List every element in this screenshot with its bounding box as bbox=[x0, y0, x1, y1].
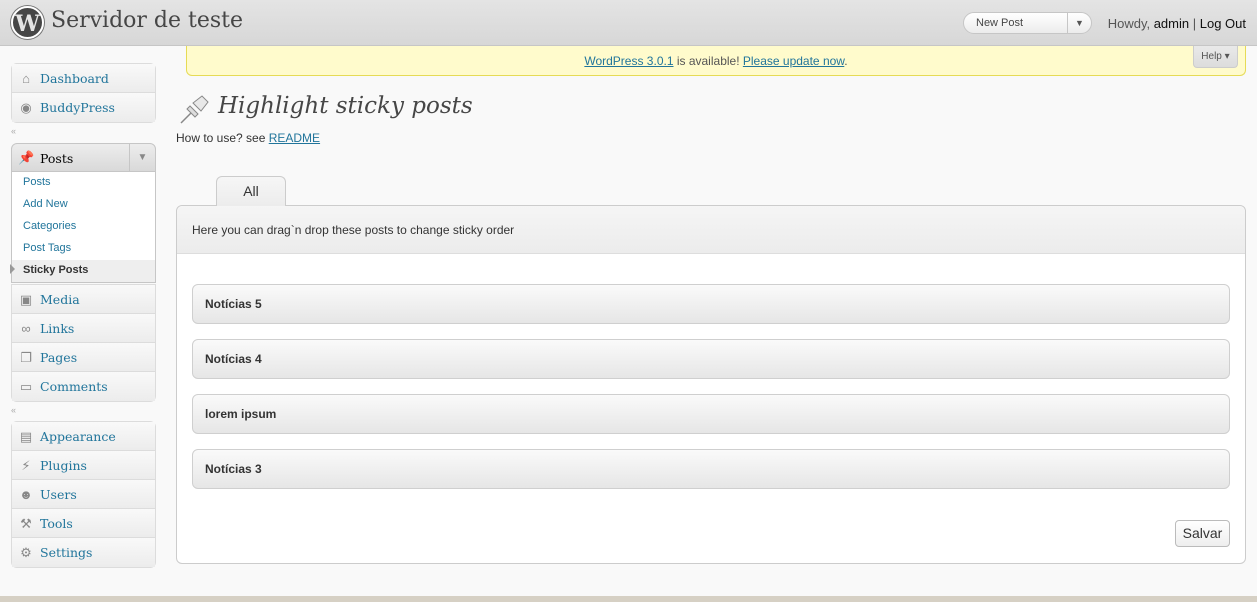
chevron-down-icon[interactable]: ▼ bbox=[1067, 13, 1091, 33]
menu-item-media[interactable]: ▣ Media bbox=[12, 285, 155, 314]
menu-item-settings[interactable]: ⚙ Settings bbox=[12, 538, 155, 567]
menu-separator[interactable]: « bbox=[11, 405, 156, 415]
menu-label: Dashboard bbox=[40, 71, 109, 86]
menu-label: Media bbox=[40, 292, 80, 307]
chevron-down-icon: ▾ bbox=[1224, 51, 1230, 62]
save-button[interactable]: Salvar bbox=[1175, 520, 1230, 547]
submenu-toggle-icon[interactable]: ▼ bbox=[129, 144, 155, 171]
menu-item-tools[interactable]: ⚒ Tools bbox=[12, 509, 155, 538]
site-title[interactable]: Servidor de teste bbox=[51, 8, 243, 33]
settings-icon: ⚙ bbox=[20, 545, 32, 560]
footer-strip bbox=[0, 596, 1257, 602]
comments-icon: ▭ bbox=[19, 379, 33, 394]
notice-text: is available! bbox=[673, 54, 743, 68]
menu-item-links[interactable]: ∞ Links bbox=[12, 314, 155, 343]
menu-item-appearance[interactable]: ▤ Appearance bbox=[12, 422, 155, 451]
post-title: Notícias 5 bbox=[205, 297, 262, 311]
current-item-arrow-icon bbox=[10, 264, 15, 274]
admin-header: W Servidor de teste New Post ▼ Howdy, ad… bbox=[0, 0, 1257, 46]
tab-all[interactable]: All bbox=[216, 176, 286, 206]
menu-label: Pages bbox=[40, 350, 78, 365]
menu-item-users[interactable]: ☻ Users bbox=[12, 480, 155, 509]
tools-icon: ⚒ bbox=[20, 516, 32, 531]
collapse-arrow-icon[interactable]: « bbox=[11, 126, 16, 136]
buddypress-icon: ◉ bbox=[20, 100, 32, 115]
menu-label: Posts bbox=[40, 151, 74, 166]
media-icon: ▣ bbox=[19, 292, 33, 307]
user-info-separator: | bbox=[1189, 16, 1200, 31]
menu-label: Plugins bbox=[40, 458, 87, 473]
drag-instructions: Here you can drag`n drop these posts to … bbox=[192, 223, 515, 237]
sortable-post-item[interactable]: Notícias 5 bbox=[192, 284, 1230, 324]
plugins-icon: ⚡ bbox=[21, 458, 31, 473]
page-title: Highlight sticky posts bbox=[218, 93, 473, 119]
pages-icon: ❐ bbox=[20, 350, 32, 365]
howto-text: How to use? see README bbox=[176, 131, 320, 145]
links-icon: ∞ bbox=[21, 321, 31, 336]
pushpin-icon bbox=[180, 95, 209, 124]
wordpress-logo-icon[interactable]: W bbox=[11, 6, 44, 39]
dashboard-icon: ⌂ bbox=[22, 71, 30, 86]
logout-link[interactable]: Log Out bbox=[1200, 16, 1246, 31]
menu-label: Links bbox=[40, 321, 75, 336]
post-title: Notícias 4 bbox=[205, 352, 262, 366]
admin-menu-group-3: ▤ Appearance ⚡ Plugins ☻ Users ⚒ Tools ⚙… bbox=[11, 421, 156, 568]
menu-item-plugins[interactable]: ⚡ Plugins bbox=[12, 451, 155, 480]
help-label: Help bbox=[1201, 51, 1222, 62]
submenu-item-posts[interactable]: Posts bbox=[23, 176, 51, 188]
menu-label: Settings bbox=[40, 545, 93, 560]
sticky-posts-box: Here you can drag`n drop these posts to … bbox=[176, 205, 1246, 564]
post-title: lorem ipsum bbox=[205, 407, 277, 421]
sortable-post-item[interactable]: lorem ipsum bbox=[192, 394, 1230, 434]
greeting-text: Howdy, bbox=[1107, 16, 1154, 31]
howto-label: How to use? see bbox=[176, 131, 269, 145]
pushpin-icon: 📌 bbox=[18, 150, 35, 165]
sortable-post-item[interactable]: Notícias 4 bbox=[192, 339, 1230, 379]
menu-item-buddypress[interactable]: ◉ BuddyPress bbox=[12, 93, 155, 122]
posts-submenu: Posts Add New Categories Post Tags Stick… bbox=[11, 172, 156, 283]
menu-item-posts[interactable]: 📌 Posts ▼ bbox=[11, 143, 156, 172]
help-button[interactable]: Help ▾ bbox=[1193, 46, 1238, 68]
submenu-item-add-new[interactable]: Add New bbox=[23, 198, 68, 210]
menu-label: BuddyPress bbox=[40, 100, 115, 115]
update-now-link[interactable]: Please update now bbox=[743, 54, 844, 68]
user-info: Howdy, admin | Log Out bbox=[1108, 16, 1246, 31]
admin-menu-group-2: ▣ Media ∞ Links ❐ Pages ▭ Comments bbox=[11, 284, 156, 402]
username-link[interactable]: admin bbox=[1154, 16, 1189, 31]
notice-end: . bbox=[844, 54, 848, 68]
menu-label: Tools bbox=[40, 516, 73, 531]
collapse-arrow-icon[interactable]: « bbox=[11, 405, 16, 415]
post-title: Notícias 3 bbox=[205, 462, 262, 476]
menu-label: Appearance bbox=[40, 429, 116, 444]
favorite-action-new-post[interactable]: New Post bbox=[976, 17, 1023, 29]
appearance-icon: ▤ bbox=[19, 429, 33, 444]
favorite-actions-dropdown[interactable]: New Post ▼ bbox=[963, 12, 1092, 34]
menu-item-dashboard[interactable]: ⌂ Dashboard bbox=[12, 64, 155, 93]
menu-label: Comments bbox=[40, 379, 108, 394]
submenu-item-sticky-posts[interactable]: Sticky Posts bbox=[23, 264, 88, 276]
admin-menu-group-1: ⌂ Dashboard ◉ BuddyPress bbox=[11, 63, 156, 123]
submenu-item-categories[interactable]: Categories bbox=[23, 220, 76, 232]
update-notice: WordPress 3.0.1 is available! Please upd… bbox=[186, 46, 1246, 76]
box-header: Here you can drag`n drop these posts to … bbox=[177, 206, 1245, 254]
menu-item-pages[interactable]: ❐ Pages bbox=[12, 343, 155, 372]
sortable-post-item[interactable]: Notícias 3 bbox=[192, 449, 1230, 489]
menu-separator[interactable]: « bbox=[11, 126, 156, 136]
submenu-item-post-tags[interactable]: Post Tags bbox=[23, 242, 71, 254]
menu-item-comments[interactable]: ▭ Comments bbox=[12, 372, 155, 401]
users-icon: ☻ bbox=[19, 487, 33, 502]
menu-label: Users bbox=[40, 487, 77, 502]
wordpress-version-link[interactable]: WordPress 3.0.1 bbox=[584, 54, 673, 68]
readme-link[interactable]: README bbox=[269, 131, 320, 145]
